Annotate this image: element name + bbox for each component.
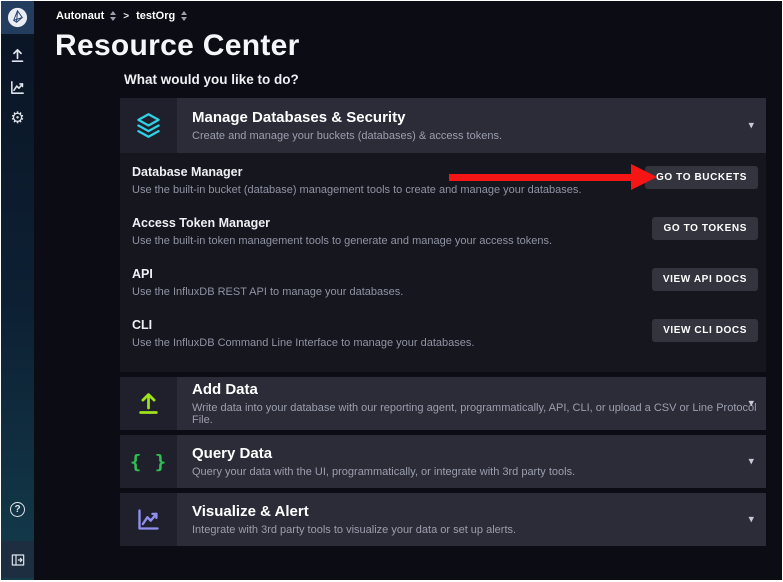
panel-visualize-alert: Visualize & Alert Integrate with 3rd par… [120,493,766,546]
chevron-down-icon: ▾ [748,118,754,131]
row-api: API Use the InfluxDB REST API to manage … [132,261,760,312]
sort-caret-icon [110,11,116,21]
panel-manage-databases-body: Database Manager Use the built-in bucket… [120,153,766,372]
question-mark-icon: ? [10,502,25,517]
sidebar-expand-toggle[interactable] [1,541,34,578]
sidebar-settings-gear-icon[interactable]: ⚙ [1,111,34,127]
panel-description: Write data into your database with our r… [192,402,766,426]
org-name: Autonaut [56,10,104,22]
panel-visualize-alert-header[interactable]: Visualize & Alert Integrate with 3rd par… [120,493,766,546]
panel-add-data: Add Data Write data into your database w… [120,377,766,430]
sidebar-load-data-icon[interactable] [1,47,34,64]
panel-manage-databases-header[interactable]: Manage Databases & Security Create and m… [120,98,766,153]
view-api-docs-button[interactable]: VIEW API DOCS [652,268,758,291]
panel-query-data-header[interactable]: { } Query Data Query your data with the … [120,435,766,488]
panel-description: Integrate with 3rd party tools to visual… [192,524,516,536]
app-window: ⚙ ? Autonaut > testOrg Resource Cen [1,1,782,580]
line-chart-icon [135,506,162,533]
sidebar: ⚙ ? [1,1,34,580]
chevron-down-icon: ▾ [748,454,754,467]
panel-header-text: Visualize & Alert Integrate with 3rd par… [177,493,516,546]
breadcrumb-separator: > [123,11,129,22]
panel-icon-cell: { } [120,435,177,488]
page-subtitle: What would you like to do? [124,72,299,87]
sort-caret-icon [181,11,187,21]
go-to-buckets-button[interactable]: GO TO BUCKETS [645,166,758,189]
braces-icon: { } [130,451,167,473]
panel-manage-databases: Manage Databases & Security Create and m… [120,98,766,372]
breadcrumb: Autonaut > testOrg [56,10,187,22]
sidebar-data-explorer-icon[interactable] [1,79,34,96]
panel-title: Add Data [192,381,766,398]
panel-header-text: Manage Databases & Security Create and m… [177,98,502,153]
expand-panel-icon [10,552,26,568]
upload-icon [135,390,162,417]
row-database-manager: Database Manager Use the built-in bucket… [132,159,760,210]
panel-icon-cell [120,377,177,430]
go-to-tokens-button[interactable]: GO TO TOKENS [652,217,758,240]
main-content: Autonaut > testOrg Resource Center What … [34,1,782,580]
panel-description: Query your data with the UI, programmati… [192,466,575,478]
breadcrumb-account-dropdown[interactable]: testOrg [136,10,187,22]
gear-glyph: ⚙ [10,111,24,127]
view-cli-docs-button[interactable]: VIEW CLI DOCS [652,319,758,342]
panel-title: Manage Databases & Security [192,109,502,126]
panel-header-text: Add Data Write data into your database w… [177,377,766,430]
panel-icon-cell [120,98,177,153]
breadcrumb-org-dropdown[interactable]: Autonaut [56,10,116,22]
influxdb-logo[interactable] [1,1,34,34]
chevron-down-icon: ▾ [748,512,754,525]
panel-title: Visualize & Alert [192,503,516,520]
row-cli: CLI Use the InfluxDB Command Line Interf… [132,312,760,363]
sidebar-help-icon[interactable]: ? [1,502,34,517]
layers-icon [135,112,162,139]
resource-panels: Manage Databases & Security Create and m… [120,98,766,546]
panel-title: Query Data [192,445,575,462]
panel-header-text: Query Data Query your data with the UI, … [177,435,575,488]
panel-add-data-header[interactable]: Add Data Write data into your database w… [120,377,766,430]
logo-sphere-icon [6,6,29,29]
panel-query-data: { } Query Data Query your data with the … [120,435,766,488]
row-access-token-manager: Access Token Manager Use the built-in to… [132,210,760,261]
account-name: testOrg [136,10,175,22]
page-title: Resource Center [55,29,300,63]
panel-icon-cell [120,493,177,546]
panel-description: Create and manage your buckets (database… [192,130,502,142]
chevron-down-icon: ▾ [748,396,754,409]
